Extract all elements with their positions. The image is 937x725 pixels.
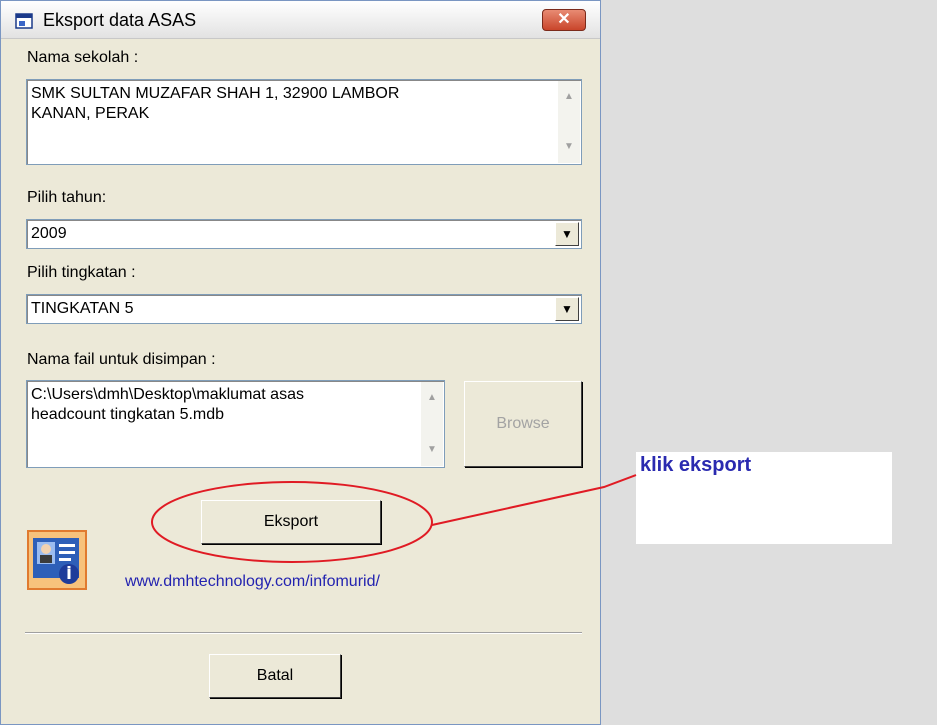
close-icon: ✕ <box>557 11 571 28</box>
file-name-line-2: headcount tingkatan 5.mdb <box>31 406 225 423</box>
chevron-down-icon[interactable]: ▼ <box>555 297 579 321</box>
export-button-label: Eksport <box>263 513 319 530</box>
file-name-scrollbar[interactable]: ▲ ▼ <box>421 382 443 466</box>
title-bar: Eksport data ASAS ✕ <box>1 1 600 39</box>
annotation-callout: klik eksport <box>636 452 892 544</box>
divider <box>25 632 582 634</box>
scroll-down-icon[interactable]: ▼ <box>558 137 580 157</box>
browse-button-label: Browse <box>496 415 550 432</box>
chevron-down-icon[interactable]: ▼ <box>555 222 579 246</box>
export-dialog: Eksport data ASAS ✕ Nama sekolah : SMK S… <box>0 0 601 725</box>
school-name-label: Nama sekolah : <box>27 49 139 66</box>
year-selected-value: 2009 <box>31 225 67 242</box>
close-button[interactable]: ✕ <box>542 9 586 31</box>
school-name-line-1: SMK SULTAN MUZAFAR SHAH 1, 32900 LAMBOR <box>31 85 400 102</box>
window-app-icon <box>15 13 33 29</box>
grade-select[interactable]: TINGKATAN 5 ▼ <box>26 294 582 324</box>
grade-label: Pilih tingkatan : <box>27 264 136 281</box>
export-button[interactable]: Eksport <box>201 500 381 544</box>
file-name-line-1: C:\Users\dmh\Desktop\maklumat asas <box>31 386 304 403</box>
school-name-field[interactable]: SMK SULTAN MUZAFAR SHAH 1, 32900 LAMBOR … <box>26 79 582 165</box>
cancel-button[interactable]: Batal <box>209 654 341 698</box>
school-name-scrollbar[interactable]: ▲ ▼ <box>558 81 580 163</box>
scroll-down-icon[interactable]: ▼ <box>421 440 443 460</box>
year-select[interactable]: 2009 ▼ <box>26 219 582 249</box>
annotation-text: klik eksport <box>640 454 752 476</box>
year-label: Pilih tahun: <box>27 189 107 206</box>
school-name-line-2: KANAN, PERAK <box>31 105 150 122</box>
info-card-icon <box>27 530 87 590</box>
grade-selected-value: TINGKATAN 5 <box>31 300 134 317</box>
website-link[interactable]: www.dmhtechnology.com/infomurid/ <box>125 573 380 591</box>
window-title: Eksport data ASAS <box>43 10 197 30</box>
cancel-button-label: Batal <box>256 667 294 684</box>
file-name-field[interactable]: C:\Users\dmh\Desktop\maklumat asas headc… <box>26 380 445 468</box>
scroll-up-icon[interactable]: ▲ <box>421 388 443 408</box>
file-name-label: Nama fail untuk disimpan : <box>27 351 216 368</box>
scroll-up-icon[interactable]: ▲ <box>558 87 580 107</box>
browse-button[interactable]: Browse <box>464 381 582 467</box>
